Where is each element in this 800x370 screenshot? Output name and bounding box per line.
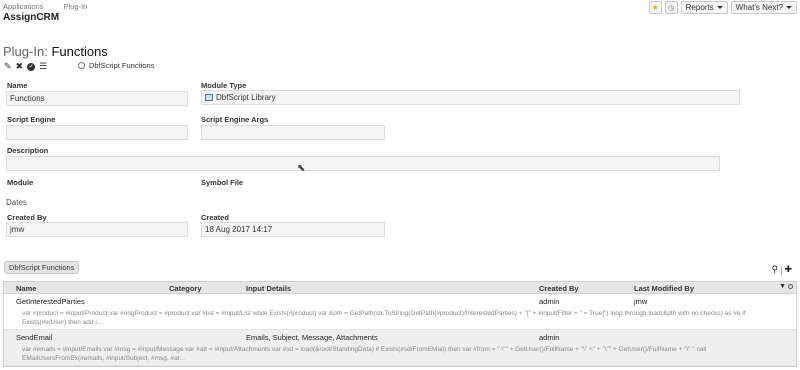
edit-pencil-icon[interactable]: ✎ — [4, 62, 12, 71]
top-breadcrumb: Applications Plug-In — [3, 2, 105, 11]
dbfscript-functions-link[interactable]: DbfScript Functions — [78, 61, 154, 70]
cell-code-preview: var #emails = #input/Emails var #msg = #… — [22, 346, 707, 362]
divider: | — [780, 264, 783, 275]
created-by-label: Created By — [7, 213, 47, 222]
script-engine-label: Script Engine — [7, 115, 56, 124]
chevron-down-icon — [786, 6, 792, 9]
menu-icon[interactable]: ☰ — [39, 62, 47, 71]
mouse-cursor-icon: ⬉ — [297, 163, 306, 174]
name-label: Name — [7, 81, 28, 90]
functions-table: Name Category Input Details Created By L… — [3, 281, 797, 367]
dbfscript-functions-tab[interactable]: DbfScript Functions — [4, 261, 80, 274]
page-title-name: Functions — [51, 44, 108, 59]
delete-x-icon[interactable]: ✖ — [16, 62, 24, 71]
description-field[interactable] — [6, 156, 720, 171]
script-link-label: DbfScript Functions — [89, 61, 155, 70]
circle-icon — [78, 62, 85, 69]
cell-name: GetInterestedParties — [16, 297, 85, 306]
table-row[interactable]: GetInterestedParties admin jmw var #prod… — [4, 294, 796, 330]
symbol-file-label: Symbol File — [201, 178, 244, 187]
module-type-value: DbfScript Library — [216, 93, 276, 102]
created-by-field[interactable]: jmw — [6, 222, 188, 237]
dates-section-title: Dates — [6, 198, 27, 207]
name-value: Functions — [10, 94, 45, 103]
cell-code-preview: var #product = #input/Product var #origP… — [22, 310, 746, 326]
script-engine-field[interactable] — [6, 125, 188, 140]
table-tools: ⚲ | ✚ — [772, 264, 792, 275]
header-actions: ★ ◷ Reports What's Next? — [648, 1, 797, 14]
plugin-link[interactable]: Plug-In — [64, 2, 88, 11]
created-label: Created — [201, 213, 229, 222]
clock-icon: ◷ — [668, 4, 675, 12]
cell-input-details: Emails, Subject, Message, Attachments — [246, 333, 378, 342]
check-circle-icon[interactable]: ✓ — [27, 62, 36, 71]
favorite-button[interactable]: ★ — [648, 1, 662, 14]
script-engine-args-label: Script Engine Args — [201, 115, 269, 124]
created-field[interactable]: 18 Aug 2017 14:17 — [201, 222, 385, 237]
applications-link[interactable]: Applications — [3, 2, 43, 11]
add-icon[interactable]: ✚ — [784, 264, 792, 275]
column-header-last-modified-by[interactable]: Last Modified By — [634, 284, 694, 293]
module-type-label: Module Type — [201, 81, 247, 90]
description-label: Description — [7, 146, 49, 155]
reports-dropdown[interactable]: Reports — [680, 1, 728, 14]
star-icon: ★ — [651, 2, 659, 12]
chevron-down-icon — [716, 6, 723, 9]
column-header-input-details[interactable]: Input Details — [246, 284, 291, 293]
page-title-prefix: Plug-In: — [3, 44, 48, 59]
whats-next-dropdown[interactable]: What's Next? — [730, 1, 797, 14]
app-title[interactable]: AssignCRM — [3, 12, 59, 23]
column-header-created-by[interactable]: Created By — [539, 284, 579, 293]
cell-created-by: admin — [539, 333, 560, 342]
column-header-category[interactable]: Category — [169, 284, 202, 293]
record-toolbar: ✎ ✖ ✓ ☰ — [4, 62, 47, 71]
whats-next-label: What's Next? — [735, 3, 783, 12]
table-header: Name Category Input Details Created By L… — [4, 282, 796, 294]
history-button[interactable]: ◷ — [664, 1, 678, 14]
created-value: 18 Aug 2017 14:17 — [205, 225, 273, 234]
script-engine-args-field[interactable] — [201, 125, 385, 140]
column-header-name[interactable]: Name — [16, 284, 36, 293]
column-options-icon[interactable] — [788, 284, 793, 289]
cell-last-modified-by: jmw — [634, 297, 648, 306]
cell-created-by: admin — [539, 297, 560, 306]
cell-name: SendEmail — [16, 333, 53, 342]
name-field[interactable]: Functions — [6, 91, 188, 106]
module-type-field[interactable]: DbfScript Library — [201, 90, 740, 105]
table-row[interactable]: SendEmail Emails, Subject, Message, Atta… — [4, 330, 796, 366]
library-icon — [205, 94, 213, 101]
sort-down-icon[interactable]: ▼ — [779, 283, 786, 290]
search-icon[interactable]: ⚲ — [772, 264, 779, 275]
reports-label: Reports — [685, 3, 714, 12]
page-title: Plug-In: Functions — [3, 44, 108, 59]
module-label: Module — [7, 178, 34, 187]
created-by-value: jmw — [10, 225, 25, 234]
